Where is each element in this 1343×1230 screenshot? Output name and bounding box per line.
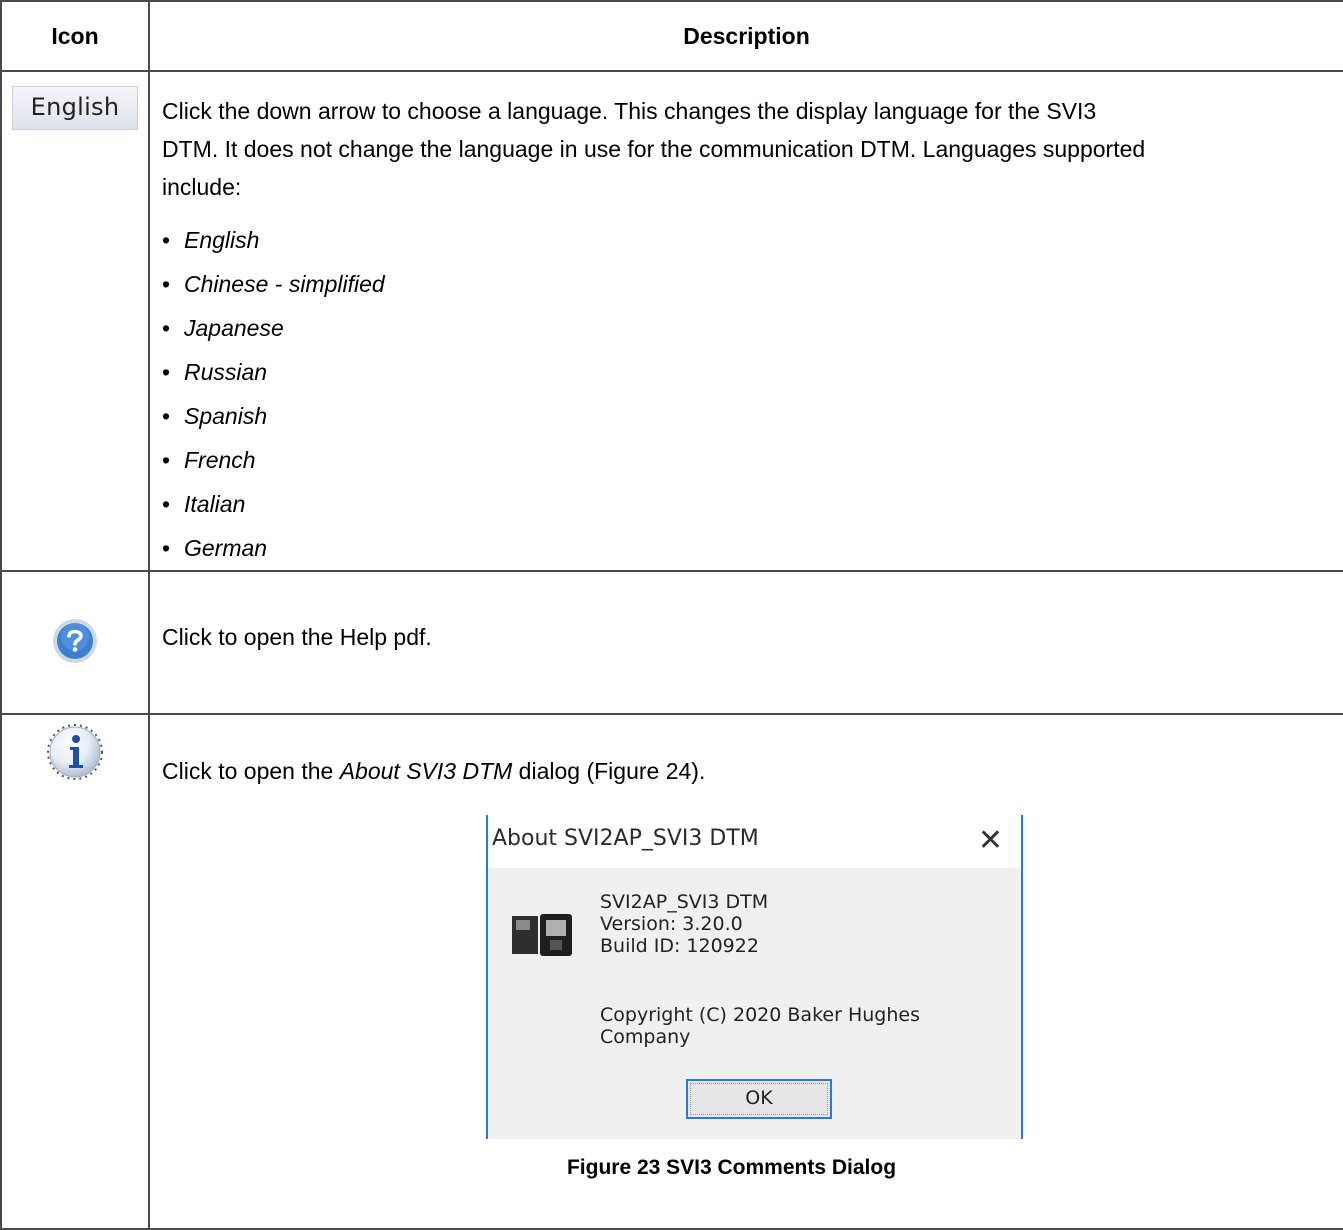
help-icon[interactable]	[51, 617, 99, 665]
language-list-item: • English	[162, 218, 1331, 262]
dialog-product-info: SVI2AP_SVI3 DTM Version: 3.20.0 Build ID…	[600, 891, 768, 957]
icon-cell: English	[0, 70, 150, 572]
bullet-icon: •	[162, 227, 171, 253]
bullet-icon: •	[162, 447, 171, 473]
about-dialog-screenshot: About SVI2AP_SVI3 DTM ✕ SVI2AP_SVI3 DTM	[486, 815, 1023, 1139]
icon-cell	[0, 570, 150, 715]
about-dialog-name: About SVI3 DTM	[339, 758, 513, 784]
bullet-icon: •	[162, 271, 171, 297]
bullet-icon: •	[162, 359, 171, 385]
language-selector-icon[interactable]: English	[12, 86, 138, 130]
language-list: • English • Chinese - simplified • Japanese…	[162, 218, 1331, 570]
bullet-icon: •	[162, 315, 171, 341]
language-list-item: • Japanese	[162, 306, 1331, 350]
language-list-item: • Chinese - simplified	[162, 262, 1331, 306]
description-cell: Click to open the Help pdf.	[148, 570, 1343, 715]
build-id-text: Build ID: 120922	[600, 935, 759, 957]
table-row-about: Click to open the About SVI3 DTM dialog …	[0, 713, 1343, 1230]
device-icon	[512, 914, 572, 956]
about-description: Click to open the About SVI3 DTM dialog …	[162, 758, 706, 784]
language-description-line3: include:	[162, 174, 242, 200]
help-description: Click to open the Help pdf.	[162, 624, 432, 650]
description-cell: Click to open the About SVI3 DTM dialog …	[148, 713, 1343, 1230]
bullet-icon: •	[162, 403, 171, 429]
language-list-item: • German	[162, 526, 1331, 570]
language-description-line2: DTM. It does not change the language in …	[162, 136, 1146, 162]
dialog-title: About SVI2AP_SVI3 DTM	[492, 826, 759, 851]
version-text: Version: 3.20.0	[600, 913, 743, 935]
dialog-titlebar: About SVI2AP_SVI3 DTM ✕	[488, 815, 1021, 868]
icon-description-table: Icon Description English Click the down …	[0, 0, 1343, 1230]
description-cell: Click the down arrow to choose a languag…	[148, 70, 1343, 572]
language-list-item: • Spanish	[162, 394, 1331, 438]
figure-caption: Figure 23 SVI3 Comments Dialog	[566, 1156, 897, 1179]
ok-button[interactable]: OK	[686, 1079, 832, 1119]
description-column-header: Description	[148, 0, 1343, 72]
icon-cell	[0, 713, 150, 1230]
language-list-item: • Russian	[162, 350, 1331, 394]
bullet-icon: •	[162, 535, 171, 561]
bullet-icon: •	[162, 491, 171, 517]
language-description: Click the down arrow to choose a languag…	[162, 92, 1331, 206]
language-list-item: • Italian	[162, 482, 1331, 526]
language-description-line1: Click the down arrow to choose a languag…	[162, 98, 1097, 124]
language-list-item: • French	[162, 438, 1331, 482]
close-icon[interactable]: ✕	[978, 823, 1003, 858]
table-row-help: Click to open the Help pdf.	[0, 570, 1343, 715]
product-name: SVI2AP_SVI3 DTM	[600, 891, 769, 913]
copyright-text: Copyright (C) 2020 Baker Hughes Company	[600, 1004, 920, 1048]
info-icon[interactable]	[42, 721, 108, 781]
icon-column-header: Icon	[0, 0, 150, 72]
table-row-language: English Click the down arrow to choose a…	[0, 70, 1343, 572]
